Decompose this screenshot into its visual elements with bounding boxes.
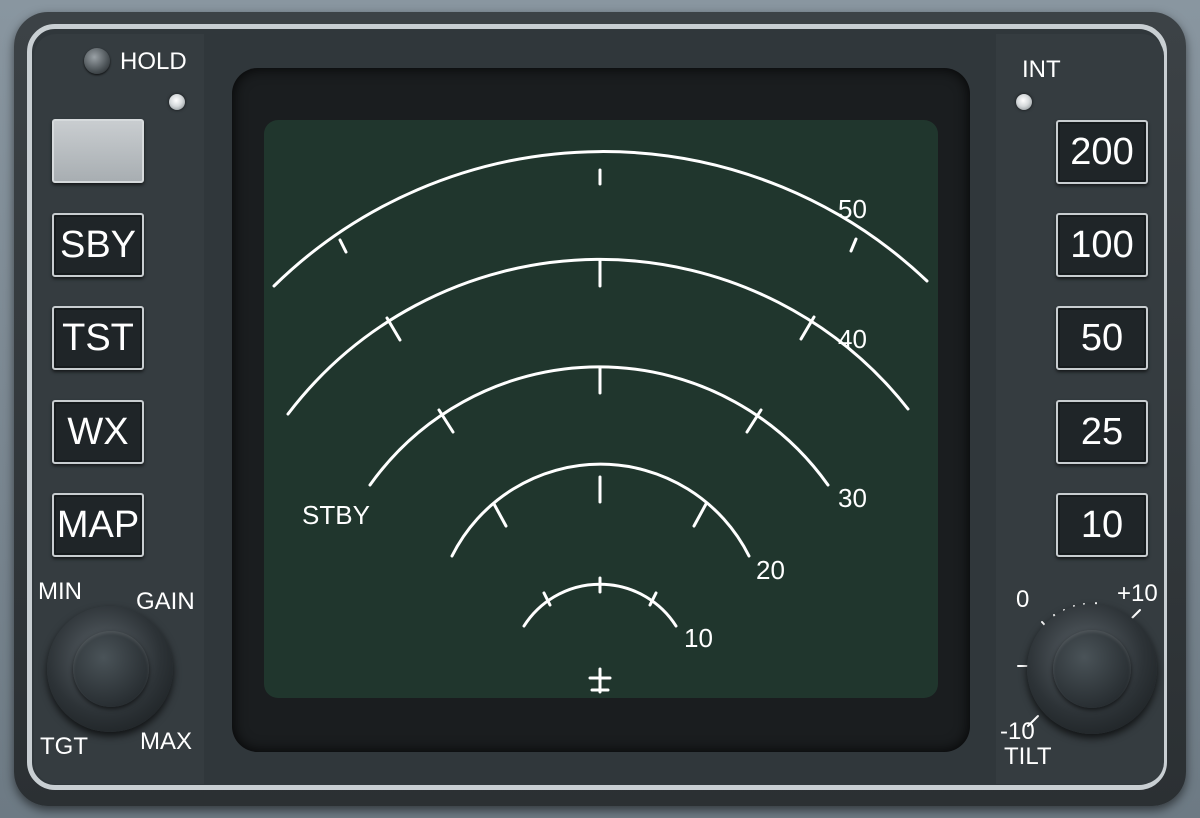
gain-min-label: MIN (38, 578, 82, 605)
gain-tgt-label: TGT (40, 733, 88, 760)
range-ring-40 (286, 257, 910, 416)
radar-display: STBY 10 20 30 40 50 (264, 120, 938, 698)
ring-20-left-tick (492, 502, 508, 528)
int-label: INT (1022, 56, 1061, 83)
range-10-button[interactable]: 10 (1056, 493, 1148, 557)
sby-button[interactable]: SBY (52, 213, 144, 277)
wx-button[interactable]: WX (52, 400, 144, 464)
mode-annunciation: STBY (302, 500, 370, 530)
blank-button[interactable] (52, 119, 144, 183)
tilt-zero-label: 0 (1016, 586, 1030, 613)
range-ring-label-30: 30 (838, 483, 867, 513)
gain-knob[interactable] (73, 631, 149, 707)
tilt-plus-label: +10 (1117, 580, 1158, 607)
range-25-button[interactable]: 25 (1056, 400, 1148, 464)
hold-indicator-lamp (169, 94, 185, 110)
gain-max-label: MAX (140, 728, 193, 755)
gain-label: GAIN (136, 588, 195, 615)
hold-label: HOLD (120, 48, 187, 75)
tilt-minus-label: -10 (1000, 718, 1035, 745)
aircraft-symbol-icon (588, 667, 612, 694)
range-ring-label-50: 50 (838, 194, 867, 224)
range-ring-label-10: 10 (684, 623, 713, 653)
tilt-knob[interactable] (1053, 630, 1131, 708)
tst-button[interactable]: TST (52, 306, 144, 370)
tilt-tick-plus (1131, 609, 1141, 619)
range-50-button[interactable]: 50 (1056, 306, 1148, 370)
int-indicator-lamp (1016, 94, 1032, 110)
range-ring-label-20: 20 (756, 555, 785, 585)
range-200-button[interactable]: 200 (1056, 120, 1148, 184)
map-button[interactable]: MAP (52, 493, 144, 557)
ring-20-right-tick (692, 502, 708, 528)
tilt-label: TILT (1004, 743, 1052, 770)
ring-40-left-tick (385, 316, 402, 342)
range-ring-overlay (272, 150, 929, 694)
range-ring-label-40: 40 (838, 324, 867, 354)
range-100-button[interactable]: 100 (1056, 213, 1148, 277)
hold-switch-knob[interactable] (84, 48, 110, 74)
ring-50-right-tick (849, 237, 858, 253)
ring-50-left-tick (338, 238, 348, 254)
weather-radar-panel: HOLD SBY TST WX MAP MIN GAIN TGT MAX STB… (0, 0, 1200, 818)
